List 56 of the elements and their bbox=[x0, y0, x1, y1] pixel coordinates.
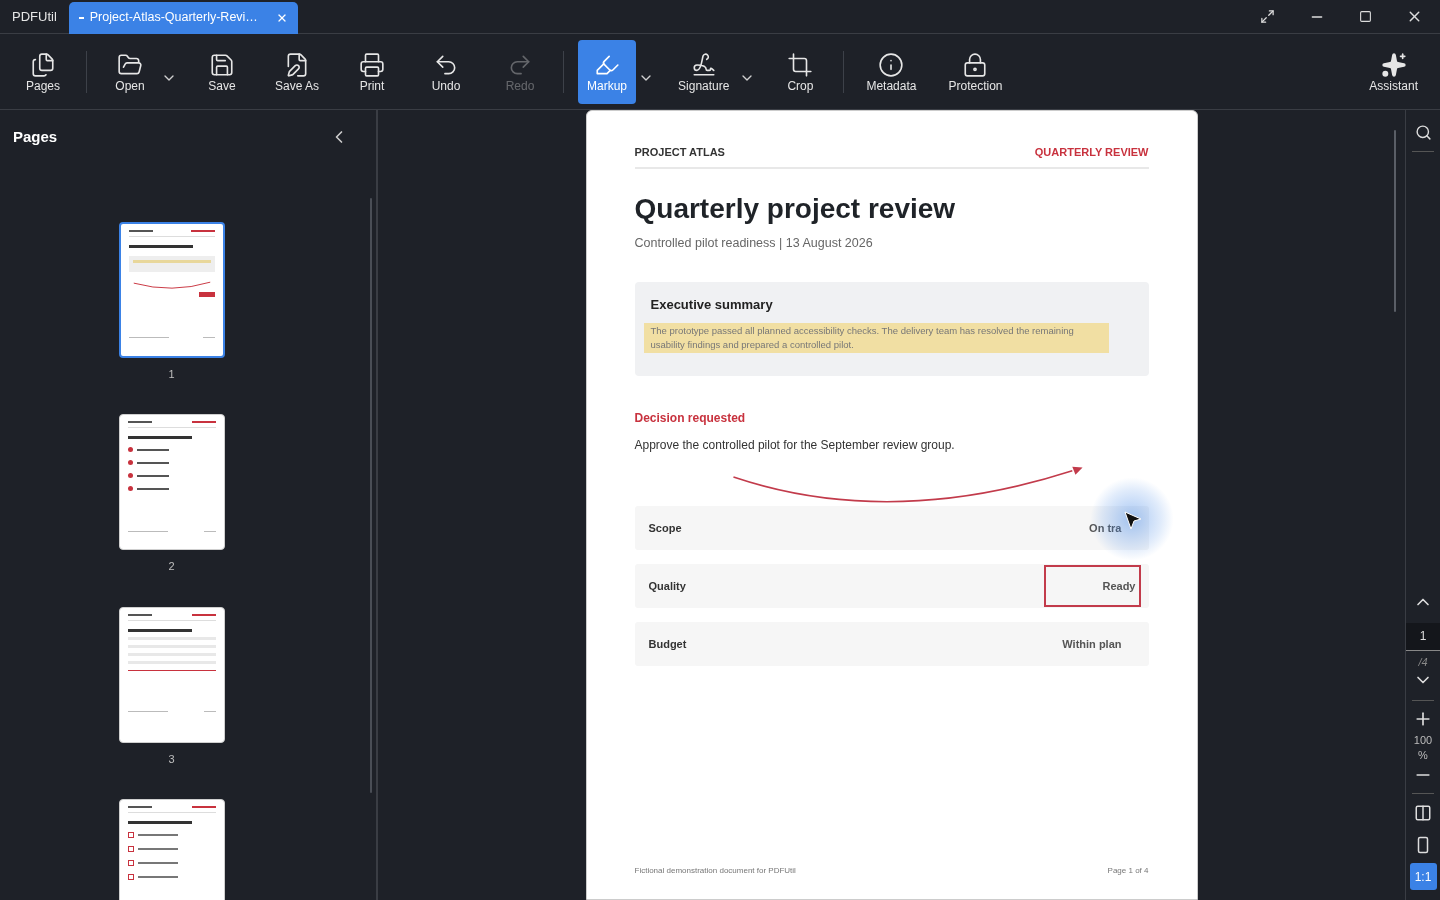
toolbar-button[interactable]: Print bbox=[343, 39, 402, 104]
document-header: PROJECT ATLAS bbox=[634, 145, 725, 160]
sidebar-title: Pages bbox=[13, 127, 58, 147]
summary-heading: Executive summary bbox=[650, 296, 774, 315]
page-thumbnail[interactable] bbox=[118, 414, 225, 550]
page-total: /4 bbox=[1418, 654, 1428, 670]
zoom-level: 100 % bbox=[1412, 733, 1434, 763]
search-icon[interactable] bbox=[1414, 124, 1432, 141]
assistant-button[interactable]: Assistant bbox=[1361, 39, 1426, 104]
annotation-arrow[interactable] bbox=[732, 467, 1083, 503]
summary-text: The prototype passed all planned accessibility checks. The delivery team has resolved the remaining usability findings and prepared a controlled pilot. bbox=[643, 322, 1109, 353]
page-thumbnail[interactable] bbox=[118, 606, 225, 743]
document-header: QUARTERLY REVIEW bbox=[1034, 145, 1149, 160]
status-value: Ready bbox=[1043, 565, 1141, 608]
document-tab[interactable]: Project-Atlas-Quarterly-Revi… bbox=[68, 1, 298, 34]
toolbar-button[interactable]: Pages bbox=[14, 39, 72, 104]
toolbar-button[interactable]: Markup bbox=[578, 39, 637, 104]
sparkle-icon bbox=[1380, 51, 1407, 78]
toolbar-button[interactable]: Save bbox=[193, 39, 251, 104]
toolbar-button[interactable]: Undo bbox=[417, 39, 476, 104]
document-footer: Fictional demonstration document for PDFUtil bbox=[634, 865, 796, 877]
status-row: Budget Within plan bbox=[634, 622, 1149, 667]
status-row: Scope On tra bbox=[634, 506, 1149, 551]
section-text: Approve the controlled pilot for the September review group. bbox=[634, 437, 956, 455]
document-footer: Page 1 of 4 bbox=[1107, 865, 1149, 877]
toolbar-button[interactable]: Open bbox=[101, 39, 159, 104]
toolbar-button[interactable]: Metadata bbox=[858, 39, 925, 104]
document-title: Quarterly project review bbox=[634, 194, 957, 223]
page-number: 3 bbox=[168, 751, 175, 767]
page-thumbnail[interactable] bbox=[118, 221, 225, 358]
cursor-icon bbox=[1123, 510, 1142, 530]
actual-size-button[interactable]: 1:1 bbox=[1409, 863, 1437, 890]
status-row: Quality Ready bbox=[634, 564, 1149, 609]
app-name: PDFUtil bbox=[11, 7, 58, 26]
toolbar-button[interactable]: Signature bbox=[670, 39, 738, 104]
lock-icon bbox=[962, 51, 989, 78]
pages-icon bbox=[30, 51, 56, 78]
printer-icon bbox=[359, 51, 386, 78]
page-thumbnail[interactable] bbox=[118, 799, 225, 900]
info-icon bbox=[878, 51, 905, 78]
status-value: Within plan bbox=[1062, 637, 1123, 652]
crop-icon bbox=[787, 51, 814, 78]
scrollbar-thumb[interactable] bbox=[370, 198, 372, 793]
page-number: 2 bbox=[168, 559, 175, 574]
pen-icon bbox=[690, 51, 717, 78]
page-field[interactable]: 1 bbox=[1405, 622, 1440, 651]
toolbar-button[interactable]: Crop bbox=[771, 39, 830, 104]
toolbar-button[interactable]: Save As bbox=[267, 39, 328, 104]
expand-icon[interactable] bbox=[1260, 9, 1275, 24]
toolbar-button[interactable]: Protection bbox=[940, 39, 1011, 104]
section-heading: Decision requested bbox=[634, 410, 747, 428]
scrollbar-thumb[interactable] bbox=[1394, 130, 1396, 312]
status-value: On tra bbox=[1089, 521, 1123, 536]
page-number: 1 bbox=[168, 366, 175, 382]
maximize-icon[interactable] bbox=[1359, 10, 1372, 23]
document-subtitle: Controlled pilot readiness | 13 August 2026 bbox=[634, 234, 874, 252]
